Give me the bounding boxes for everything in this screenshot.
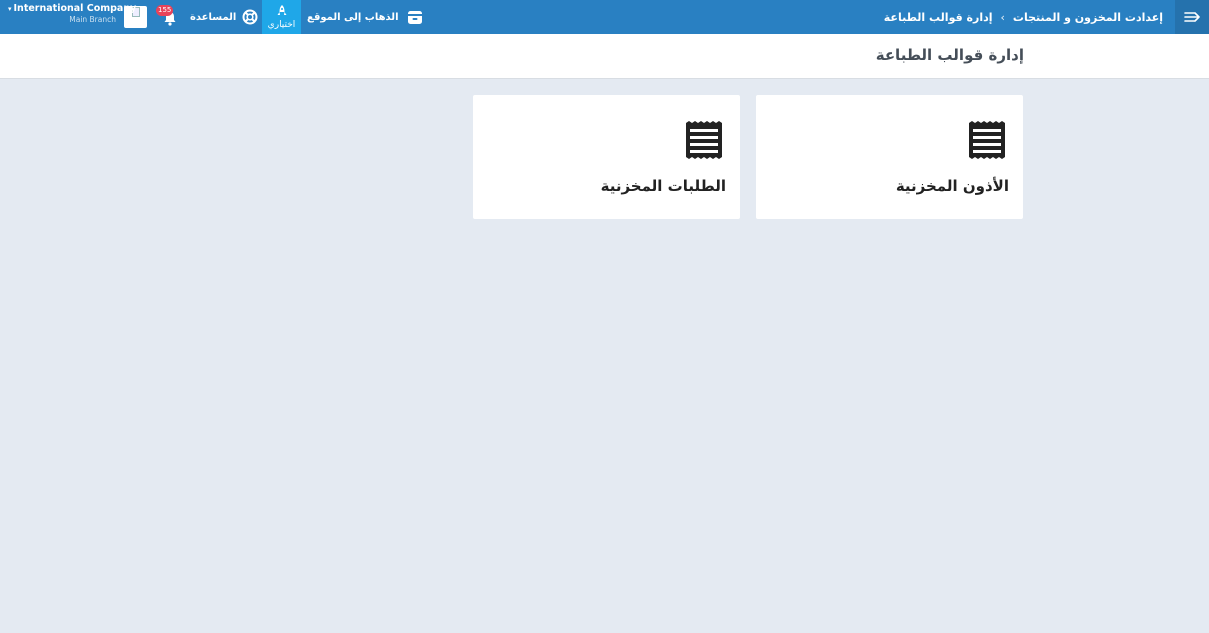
company-name-row: ▾ International Company	[8, 4, 136, 14]
notifications-count-badge: 155	[156, 5, 174, 16]
help-label: المساعدة	[190, 11, 237, 23]
menu-arrow-icon	[1184, 12, 1200, 22]
go-to-site-link[interactable]: الذهاب إلى الموقع	[307, 0, 423, 34]
card-stock-permissions[interactable]: الأذون المخزنية	[756, 95, 1023, 219]
rocket-icon	[277, 4, 286, 15]
caret-down-icon: ▾	[8, 5, 12, 13]
breadcrumb-item-inventory-settings[interactable]: إعدادت المخزون و المنتجات	[1013, 11, 1163, 24]
receipt-icon	[686, 121, 722, 159]
page-title: إدارة قوالب الطباعة	[875, 46, 1024, 64]
sidebar-toggle-button[interactable]	[1175, 0, 1209, 34]
receipt-icon	[969, 121, 1005, 159]
card-label: الطلبات المخزنية	[600, 177, 726, 195]
lifebuoy-icon	[242, 9, 258, 25]
card-stock-requests[interactable]: الطلبات المخزنية	[473, 95, 740, 219]
help-link[interactable]: المساعدة	[190, 0, 258, 34]
store-icon	[407, 10, 422, 24]
breadcrumb: إعدادت المخزون و المنتجات › إدارة قوالب …	[884, 0, 1163, 34]
branch-name: Main Branch	[69, 14, 116, 24]
card-label: الأذون المخزنية	[895, 177, 1009, 195]
breadcrumb-item-print-templates[interactable]: إدارة قوالب الطباعة	[884, 11, 993, 24]
top-navbar: إعدادت المخزون و المنتجات › إدارة قوالب …	[0, 0, 1209, 34]
page-header: إدارة قوالب الطباعة	[0, 34, 1209, 79]
company-name: International Company	[13, 3, 137, 14]
my-selection-button[interactable]: اختياري	[262, 0, 301, 34]
my-selection-label: اختياري	[267, 19, 296, 30]
breadcrumb-separator: ›	[1000, 10, 1005, 24]
go-to-site-label: الذهاب إلى الموقع	[307, 11, 399, 23]
company-switcher[interactable]: ▾ International Company Main Branch	[8, 4, 136, 24]
